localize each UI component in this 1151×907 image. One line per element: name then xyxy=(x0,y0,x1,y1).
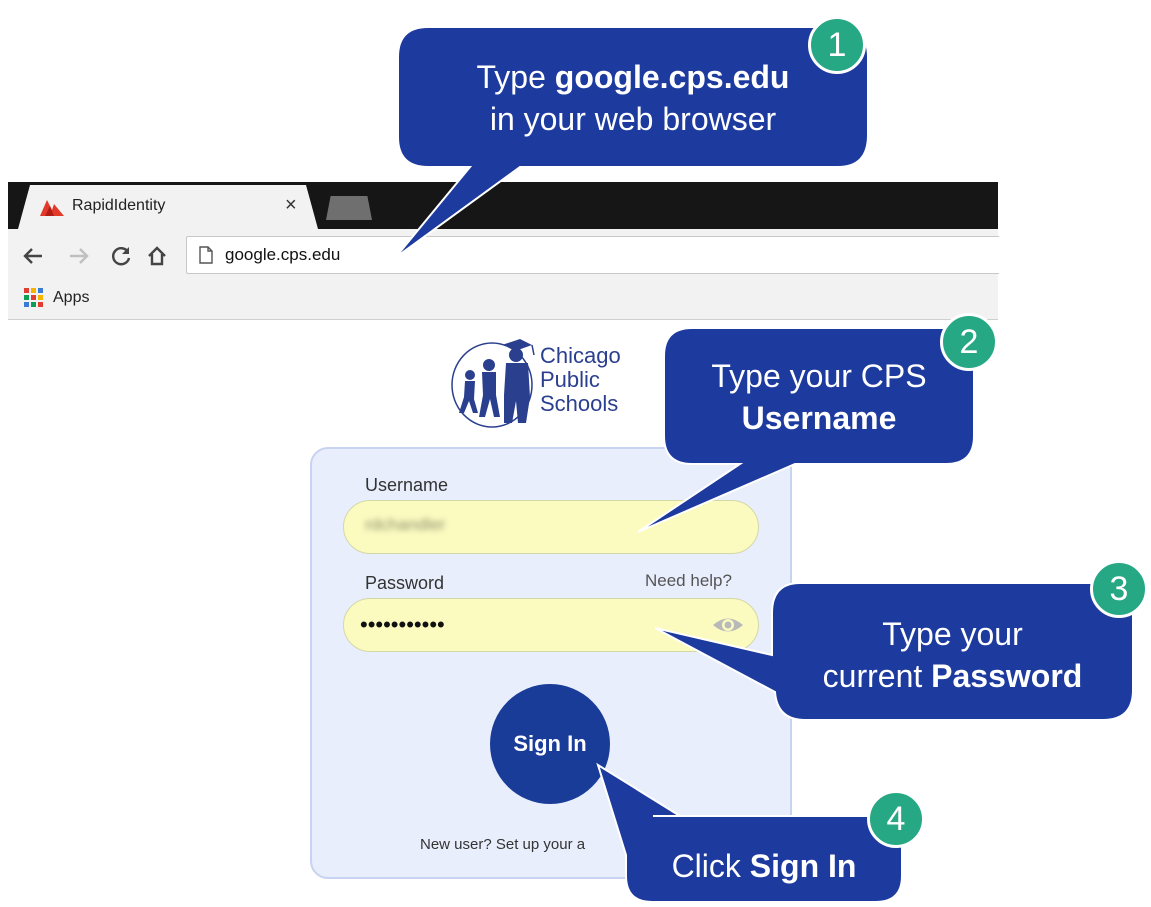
reload-icon[interactable] xyxy=(108,243,134,269)
callout-3: Type your current Password xyxy=(772,608,1133,702)
tab-title: RapidIdentity xyxy=(72,197,166,214)
callout-4-text-a: Click xyxy=(671,848,750,884)
logo-line-chicago: Chicago xyxy=(540,343,621,368)
back-arrow-icon[interactable] xyxy=(20,243,46,269)
callout-4-text-b: Sign In xyxy=(749,848,857,884)
bookmark-apps-label: Apps xyxy=(53,288,90,306)
new-user-text: New user? Set up your a xyxy=(420,836,585,853)
page-icon xyxy=(199,246,213,264)
callout-1-text-b: in your web browser xyxy=(489,101,777,137)
show-password-eye-icon[interactable] xyxy=(711,614,745,636)
password-value: ••••••••••• xyxy=(360,612,445,637)
logo-line-public: Public xyxy=(540,367,600,392)
address-bar-url[interactable]: google.cps.edu xyxy=(225,245,340,265)
step-1-badge: 1 xyxy=(808,16,866,74)
tab-close-icon[interactable]: × xyxy=(285,194,297,217)
callout-2: Type your CPS Username xyxy=(664,350,974,444)
callout-2-text-b: Username xyxy=(741,400,897,436)
callout-1-text-a: Type xyxy=(476,59,555,95)
password-label: Password xyxy=(365,573,445,593)
username-value: rdchandler xyxy=(365,515,446,534)
callout-3-text-b: current xyxy=(822,658,932,694)
step-4-badge: 4 xyxy=(867,790,925,848)
need-help-link[interactable]: Need help? xyxy=(645,571,732,591)
new-user-setup-link[interactable]: New user? Set up your a xyxy=(420,836,585,853)
address-bar[interactable]: google.cps.edu xyxy=(186,236,999,274)
callout-3-text-a: Type your xyxy=(882,616,1023,652)
rapididentity-favicon-icon xyxy=(40,200,64,216)
username-label: Username xyxy=(365,475,449,495)
callout-1: Type google.cps.edu in your web browser xyxy=(398,50,868,146)
sign-in-button[interactable]: Sign In xyxy=(490,684,610,804)
new-tab-button[interactable] xyxy=(326,196,372,220)
callout-2-text-a: Type your CPS xyxy=(711,358,927,394)
callout-4: Click Sign In xyxy=(626,838,902,894)
callout-1-url: google.cps.edu xyxy=(554,59,790,95)
logo-line-schools: Schools xyxy=(540,391,619,416)
home-icon[interactable] xyxy=(144,243,170,269)
step-3-badge: 3 xyxy=(1090,560,1148,618)
forward-arrow-icon[interactable] xyxy=(66,243,92,269)
step-2-badge: 2 xyxy=(940,313,998,371)
bookmark-apps[interactable]: Apps xyxy=(24,288,89,307)
callout-3-text-c: Password xyxy=(931,658,1083,694)
cps-logo-text: Chicago Public Schools xyxy=(540,344,621,416)
apps-grid-icon xyxy=(24,288,43,307)
